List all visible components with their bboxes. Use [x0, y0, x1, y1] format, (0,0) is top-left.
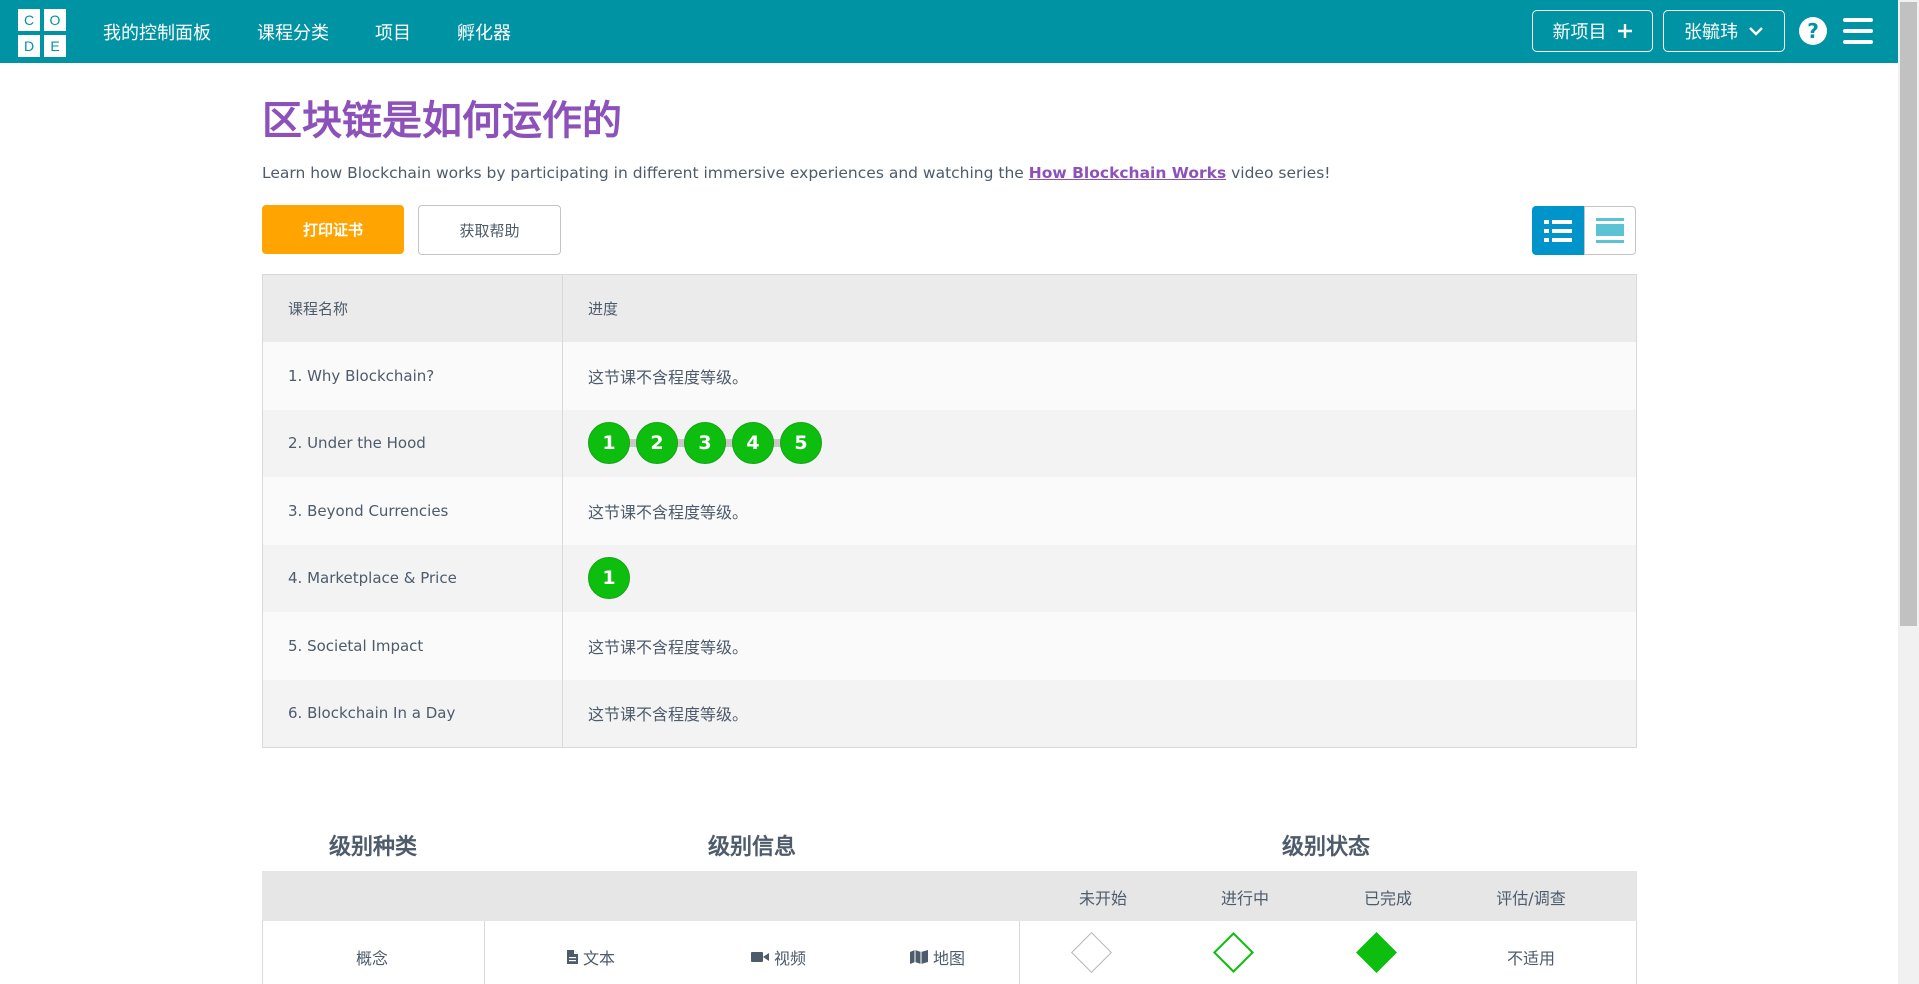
plus-icon — [1617, 24, 1632, 38]
lesson-name[interactable]: 5. Societal Impact — [263, 612, 563, 680]
logo-letter-d: D — [18, 35, 40, 57]
help-icon[interactable]: ? — [1799, 17, 1827, 45]
course-description: Learn how Blockchain works by participat… — [262, 164, 1330, 182]
lesson-progress-table: 课程名称 进度 1. Why Blockchain? 这节课不含程度等级。 2.… — [262, 274, 1637, 748]
key-item-map: 地图 — [910, 945, 965, 969]
level-bubble[interactable]: 5 — [780, 422, 822, 465]
map-icon — [910, 950, 928, 964]
level-bubbles: 1 — [588, 557, 636, 600]
lesson-name[interactable]: 4. Marketplace & Price — [263, 544, 563, 612]
lesson-name[interactable]: 3. Beyond Currencies — [263, 477, 563, 545]
level-bubble[interactable]: 1 — [588, 422, 630, 465]
progress-cell: 1 2 3 4 5 — [563, 410, 1636, 478]
detail-view-icon — [1596, 217, 1624, 243]
key-heading-level-type: 级别种类 — [329, 835, 418, 860]
table-row: 6. Blockchain In a Day 这节课不含程度等级。 — [263, 679, 1636, 747]
column-header-lesson-name: 课程名称 — [263, 275, 563, 342]
no-levels-text: 这节课不含程度等级。 — [588, 637, 749, 657]
table-row: 2. Under the Hood 1 2 3 4 5 — [263, 409, 1636, 478]
level-bubble[interactable]: 3 — [684, 422, 726, 465]
logo-letter-o: O — [44, 9, 66, 31]
logo-letter-c: C — [18, 9, 40, 31]
new-project-button[interactable]: 新项目 — [1532, 10, 1653, 52]
page-title: 区块链是如何运作的 — [262, 98, 622, 144]
status-not-started-label: 未开始 — [1078, 889, 1127, 908]
user-name: 张毓玮 — [1684, 22, 1738, 43]
key-item-video: 视频 — [751, 945, 806, 969]
hamburger-menu-icon[interactable] — [1843, 18, 1873, 44]
key-item-text-label: 文本 — [583, 949, 616, 968]
status-assessment-label: 评估/调查 — [1496, 889, 1566, 908]
level-bubble[interactable]: 2 — [636, 422, 678, 465]
not-applicable-text: 不适用 — [1506, 949, 1555, 968]
lesson-name[interactable]: 1. Why Blockchain? — [263, 342, 563, 410]
key-divider — [484, 921, 485, 984]
key-item-video-label: 视频 — [774, 949, 807, 968]
level-bubble[interactable]: 4 — [732, 422, 774, 465]
top-header: C O D E 我的控制面板 课程分类 项目 孵化器 新项目 张毓玮 ? — [0, 0, 1898, 63]
nav-projects[interactable]: 项目 — [375, 19, 411, 45]
document-icon — [567, 950, 578, 964]
code-logo[interactable]: C O D E — [18, 9, 66, 57]
user-menu-button[interactable]: 张毓玮 — [1663, 10, 1785, 52]
nav-dashboard[interactable]: 我的控制面板 — [103, 19, 211, 45]
key-heading-level-info: 级别信息 — [708, 835, 797, 860]
lesson-name[interactable]: 2. Under the Hood — [263, 409, 563, 477]
level-key-table: 未开始 进行中 已完成 评估/调查 概念 文本 视频 地图 不适用 — [262, 871, 1637, 984]
status-in-progress-label: 进行中 — [1220, 889, 1269, 908]
column-header-progress: 进度 — [588, 300, 619, 318]
scrollbar-thumb[interactable] — [1900, 2, 1917, 626]
main-nav: 我的控制面板 课程分类 项目 孵化器 — [83, 0, 537, 63]
summary-view-button[interactable] — [1532, 206, 1584, 255]
print-certificate-button[interactable]: 打印证书 — [262, 205, 404, 254]
no-levels-text: 这节课不含程度等级。 — [588, 502, 749, 522]
table-header-row: 课程名称 进度 — [263, 275, 1636, 342]
progress-cell: 1 — [563, 545, 1636, 613]
table-row: 3. Beyond Currencies 这节课不含程度等级。 — [263, 477, 1636, 545]
description-text-end: video series! — [1226, 164, 1331, 182]
view-toggle — [1532, 206, 1636, 255]
table-row: 5. Societal Impact 这节课不含程度等级。 — [263, 612, 1636, 680]
no-levels-text: 这节课不含程度等级。 — [588, 705, 749, 725]
detail-view-button[interactable] — [1584, 206, 1636, 255]
key-divider — [1019, 921, 1020, 984]
status-completed-label: 已完成 — [1363, 889, 1412, 908]
list-view-icon — [1544, 219, 1572, 242]
table-row: 1. Why Blockchain? 这节课不含程度等级。 — [263, 342, 1636, 410]
level-type-concept: 概念 — [355, 949, 388, 968]
key-heading-level-status: 级别状态 — [1282, 835, 1371, 860]
table-row: 4. Marketplace & Price 1 — [263, 544, 1636, 613]
key-item-map-label: 地图 — [933, 949, 966, 968]
new-project-label: 新项目 — [1552, 22, 1607, 43]
lesson-name[interactable]: 6. Blockchain In a Day — [263, 679, 563, 747]
logo-letter-e: E — [44, 35, 66, 57]
no-levels-text: 这节课不含程度等级。 — [588, 367, 749, 387]
level-bubbles: 1 2 3 4 5 — [588, 422, 828, 465]
level-bubble[interactable]: 1 — [588, 557, 630, 600]
how-blockchain-works-link[interactable]: How Blockchain Works — [1029, 164, 1226, 182]
video-icon — [751, 952, 769, 962]
chevron-down-icon — [1749, 27, 1763, 36]
nav-incubator[interactable]: 孵化器 — [457, 19, 511, 45]
nav-course-catalog[interactable]: 课程分类 — [257, 19, 329, 45]
get-help-button[interactable]: 获取帮助 — [418, 205, 561, 255]
description-text: Learn how Blockchain works by participat… — [262, 164, 1029, 182]
key-item-text: 文本 — [567, 945, 615, 969]
